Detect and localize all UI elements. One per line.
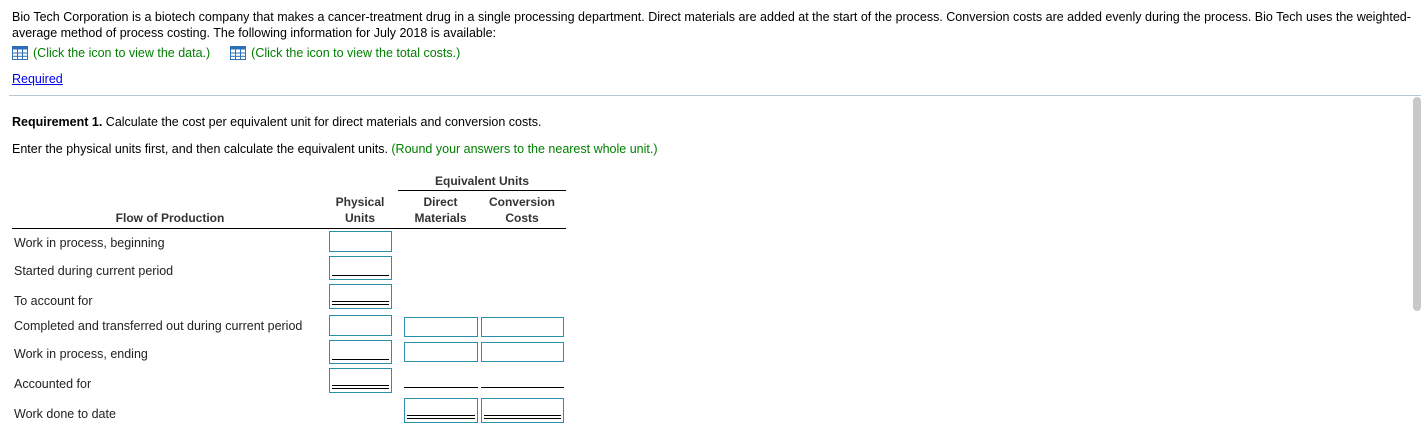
rounding-note: (Round your answers to the nearest whole… [391, 142, 658, 156]
view-data-link[interactable]: (Click the icon to view the data.) [12, 46, 210, 60]
physical-wip-beginning-input[interactable] [329, 231, 392, 252]
instruction: Enter the physical units first, and then… [12, 142, 658, 156]
cc-work-done-input[interactable] [481, 398, 564, 423]
row-label-to-account-for: To account for [14, 294, 93, 308]
row-label-wip-ending: Work in process, ending [14, 347, 148, 361]
equivalent-units-header: Equivalent Units [434, 174, 529, 188]
scrollbar[interactable] [1413, 97, 1421, 311]
physical-units-header-2: Units [345, 211, 375, 225]
required-link[interactable]: Required [12, 72, 63, 86]
physical-units-header-1: Physical [335, 195, 385, 209]
row-label-wip-beginning: Work in process, beginning [14, 236, 165, 250]
physical-wip-ending-input[interactable] [329, 340, 392, 364]
row-label-completed: Completed and transferred out during cur… [14, 319, 303, 333]
direct-materials-header-2: Materials [414, 211, 467, 225]
physical-completed-input[interactable] [329, 315, 392, 336]
physical-accounted-for-input[interactable] [329, 368, 392, 393]
cc-wip-ending-input[interactable] [481, 342, 564, 362]
dm-wip-ending-input[interactable] [404, 342, 478, 362]
view-data-label[interactable]: (Click the icon to view the data.) [33, 46, 210, 60]
table-header-rule [12, 228, 566, 229]
requirement-text: Calculate the cost per equivalent unit f… [102, 115, 542, 129]
header-rule [398, 190, 566, 191]
requirement-label: Requirement 1. [12, 115, 103, 129]
dm-accounted-rule [404, 387, 478, 388]
requirement-heading: Requirement 1. Calculate the cost per eq… [12, 115, 541, 129]
physical-started-input[interactable] [329, 256, 392, 280]
table-icon[interactable] [12, 46, 28, 60]
cc-accounted-rule [481, 387, 564, 388]
row-label-accounted-for: Accounted for [14, 377, 92, 391]
conversion-costs-header-1: Conversion [488, 195, 555, 209]
cc-completed-input[interactable] [481, 317, 564, 337]
view-costs-link[interactable]: (Click the icon to view the total costs.… [230, 46, 460, 60]
divider [9, 95, 1421, 96]
conversion-costs-header-2: Costs [505, 211, 539, 225]
row-label-started: Started during current period [14, 264, 174, 278]
physical-to-account-for-input[interactable] [329, 284, 392, 309]
view-costs-label[interactable]: (Click the icon to view the total costs.… [251, 46, 460, 60]
data-links: (Click the icon to view the data.) (Clic… [12, 44, 460, 62]
dm-work-done-input[interactable] [404, 398, 478, 423]
row-label-work-done: Work done to date [14, 407, 116, 421]
direct-materials-header-1: Direct [423, 195, 458, 209]
instruction-text: Enter the physical units first, and then… [12, 142, 392, 156]
table-icon[interactable] [230, 46, 247, 60]
dm-completed-input[interactable] [404, 317, 478, 337]
flow-header: Flow of Production [115, 211, 225, 225]
problem-intro: Bio Tech Corporation is a biotech compan… [12, 10, 1411, 40]
